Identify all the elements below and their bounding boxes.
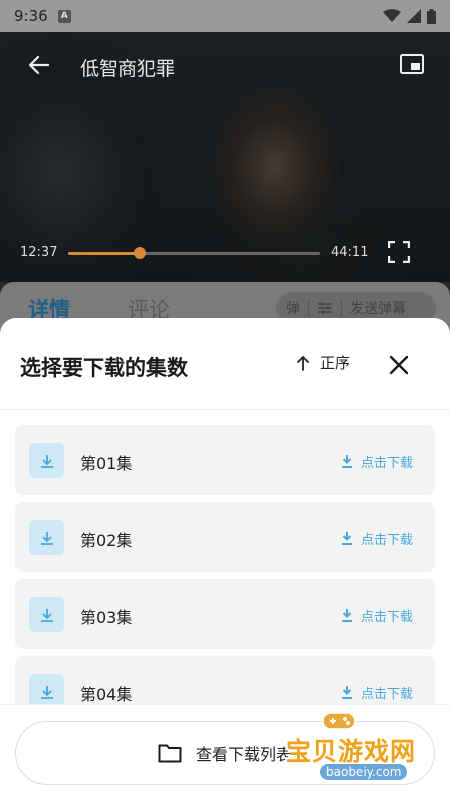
- danmaku-divider: [341, 299, 342, 317]
- total-time: 44:11: [331, 245, 369, 260]
- episode-download-label: 点击下载: [360, 533, 413, 548]
- battery-icon: [427, 8, 436, 24]
- watermark-url: baobeiy.com: [320, 764, 408, 780]
- cell-signal-icon: [407, 9, 421, 23]
- episode-download-label: 点击下载: [360, 456, 413, 471]
- folder-icon: [158, 744, 182, 763]
- download-small-icon: [341, 532, 352, 545]
- video-player[interactable]: 低智商犯罪 12:37 44:11: [0, 32, 450, 282]
- download-icon: [40, 531, 53, 545]
- danmaku-divider: [308, 299, 309, 317]
- progress-bar[interactable]: [68, 247, 320, 259]
- episode-item[interactable]: 第03集 点击下载: [15, 579, 435, 649]
- download-small-icon: [341, 609, 352, 622]
- status-icons: [383, 8, 436, 24]
- episode-download-button[interactable]: 点击下载: [341, 529, 413, 548]
- download-icon: [40, 685, 53, 699]
- episode-item[interactable]: 第02集 点击下载: [15, 502, 435, 572]
- episode-download-icon-box: [29, 597, 64, 632]
- download-small-icon: [341, 686, 352, 699]
- danmaku-settings-icon[interactable]: [317, 301, 333, 315]
- arrow-up-icon: [297, 355, 309, 371]
- episode-list: 第01集 点击下载 第02集 点击下载 第03集 点击下载 第04集 点击下载: [15, 425, 435, 733]
- sort-toggle[interactable]: 正序: [296, 352, 350, 373]
- gamepad-logo-icon: [322, 712, 356, 730]
- view-download-list-label: 查看下载列表: [195, 745, 292, 764]
- back-arrow-icon[interactable]: [26, 52, 52, 78]
- sheet-header: 选择要下载的集数 正序: [0, 318, 450, 410]
- episode-label: 第01集: [80, 454, 133, 473]
- watermark-text: 宝贝游戏网: [286, 737, 417, 766]
- notification-badge-icon: A: [57, 9, 71, 23]
- danmaku-toggle[interactable]: 弹: [286, 298, 300, 318]
- download-small-icon: [341, 455, 352, 468]
- episode-download-label: 点击下载: [360, 610, 413, 625]
- progress-fill: [68, 252, 141, 255]
- episode-download-icon-box: [29, 520, 64, 555]
- episode-item[interactable]: 第01集 点击下载: [15, 425, 435, 495]
- close-icon[interactable]: [388, 354, 410, 376]
- sort-label: 正序: [320, 354, 351, 372]
- fullscreen-icon[interactable]: [388, 241, 410, 263]
- episode-label: 第04集: [80, 685, 133, 704]
- status-time: 9:36: [14, 7, 48, 25]
- download-icon: [40, 454, 53, 468]
- episode-label: 第03集: [80, 608, 133, 627]
- video-dim-overlay: [0, 32, 450, 282]
- download-icon: [40, 608, 53, 622]
- current-time: 12:37: [20, 245, 58, 260]
- episode-download-button[interactable]: 点击下载: [341, 452, 413, 471]
- picture-in-picture-icon[interactable]: [400, 54, 424, 74]
- episode-download-icon-box: [29, 443, 64, 478]
- danmaku-send-input[interactable]: 发送弹幕: [350, 298, 406, 318]
- progress-thumb[interactable]: [134, 247, 147, 259]
- sheet-title: 选择要下载的集数: [20, 356, 188, 380]
- video-title: 低智商犯罪: [80, 58, 176, 80]
- site-watermark: 宝贝游戏网 baobeiy.com: [286, 700, 446, 790]
- status-bar: 9:36 A: [0, 0, 450, 32]
- episode-label: 第02集: [80, 531, 133, 550]
- episode-download-button[interactable]: 点击下载: [341, 606, 413, 625]
- wifi-icon: [383, 9, 401, 22]
